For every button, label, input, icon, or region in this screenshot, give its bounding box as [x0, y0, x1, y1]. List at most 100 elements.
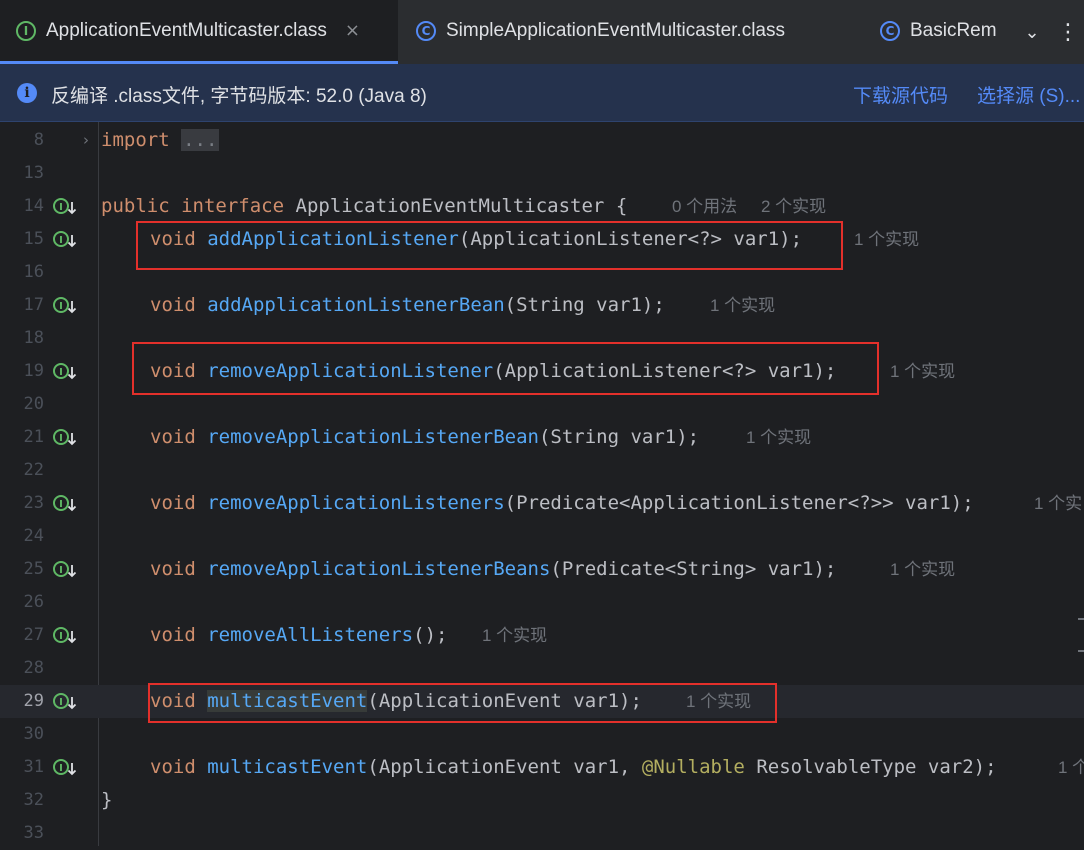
editor-tab-bar: I ApplicationEventMulticaster.class × C … — [0, 0, 1084, 64]
keyword: void — [150, 492, 196, 514]
method-name: removeApplicationListenerBean — [207, 426, 539, 448]
code-text: void removeApplicationListeners(Predicat… — [150, 487, 974, 520]
code-text: import ... — [101, 124, 220, 157]
highlight-box-multicast-event — [148, 683, 777, 723]
code-line[interactable]: 32 } — [0, 784, 1084, 817]
line-number: 31 — [23, 757, 44, 777]
class-icon: C — [880, 21, 900, 41]
line-number: 20 — [23, 394, 44, 414]
code-line[interactable]: 24 — [0, 520, 1084, 553]
implemented-by-icon[interactable]: I — [53, 362, 77, 382]
code-line[interactable]: 14 I public interface ApplicationEventMu… — [0, 190, 1084, 223]
code-line[interactable]: 33 — [0, 817, 1084, 850]
implementations-hint[interactable]: 1 个实现 — [890, 355, 955, 388]
svg-text:I: I — [59, 202, 63, 213]
implementations-hint[interactable]: 2 个实现 — [761, 190, 826, 223]
code-line[interactable]: 31 I void multicastEvent(ApplicationEven… — [0, 751, 1084, 784]
svg-text:I: I — [59, 697, 63, 708]
line-number: 17 — [23, 295, 44, 315]
line-number: 13 — [23, 163, 44, 183]
line-number: 15 — [23, 229, 44, 249]
keyword: void — [150, 756, 196, 778]
method-name: removeAllListeners — [207, 624, 414, 646]
implementations-hint[interactable]: 1 个 — [1058, 751, 1084, 784]
params: (Predicate<ApplicationListener<?>> var1)… — [504, 492, 974, 514]
implemented-by-icon[interactable]: I — [53, 758, 77, 778]
scrollbar-marker[interactable] — [1078, 618, 1084, 620]
keyword: void — [150, 294, 196, 316]
code-line[interactable]: 8 › import ... — [0, 124, 1084, 157]
code-text: void removeAllListeners(); — [150, 619, 447, 652]
closing-brace: } — [101, 789, 113, 811]
implemented-by-icon[interactable]: I — [53, 560, 77, 580]
code-text: public interface ApplicationEventMultica… — [101, 190, 627, 223]
code-line[interactable]: 22 — [0, 454, 1084, 487]
code-text: void removeApplicationListenerBeans(Pred… — [150, 553, 836, 586]
code-line[interactable]: 17 I void addApplicationListenerBean(Str… — [0, 289, 1084, 322]
line-number: 26 — [23, 592, 44, 612]
implemented-by-icon[interactable]: I — [53, 626, 77, 646]
svg-text:I: I — [59, 565, 63, 576]
implementations-hint[interactable]: 1 个实现 — [746, 421, 811, 454]
tab-simple-application-event-multicaster[interactable]: C SimpleApplicationEventMulticaster.clas… — [416, 0, 785, 62]
folded-imports[interactable]: ... — [181, 129, 220, 151]
annotation: @Nullable — [641, 756, 745, 778]
keyword: void — [150, 624, 196, 646]
svg-text:I: I — [59, 367, 63, 378]
banner-text: 反编译 .class文件, 字节码版本: 52.0 (Java 8) — [51, 86, 427, 107]
code-line[interactable]: 21 I void removeApplicationListenerBean(… — [0, 421, 1084, 454]
tab-application-event-multicaster[interactable]: I ApplicationEventMulticaster.class × — [0, 0, 398, 64]
implemented-by-icon[interactable]: I — [53, 296, 77, 316]
fold-chevron-icon[interactable]: › — [83, 124, 89, 157]
method-name: removeApplicationListenerBeans — [207, 558, 551, 580]
svg-text:I: I — [59, 499, 63, 510]
line-number: 22 — [23, 460, 44, 480]
params: (); — [413, 624, 448, 646]
keyword: void — [150, 426, 196, 448]
svg-text:I: I — [59, 235, 63, 246]
code-line[interactable]: 25 I void removeApplicationListenerBeans… — [0, 553, 1084, 586]
implemented-by-icon[interactable]: I — [53, 494, 77, 514]
tab-label: ApplicationEventMulticaster.class — [46, 19, 327, 41]
method-name: removeApplicationListeners — [207, 492, 505, 514]
code-line[interactable]: 28 — [0, 652, 1084, 685]
implementations-hint[interactable]: 1 个实现 — [854, 223, 919, 256]
implementations-hint[interactable]: 1 个实现 — [482, 619, 547, 652]
line-number: 27 — [23, 625, 44, 645]
close-icon[interactable]: × — [345, 20, 360, 41]
keyword: void — [150, 558, 196, 580]
tab-basic-remote[interactable]: C BasicRem — [880, 0, 1006, 62]
params: (String var1); — [538, 426, 700, 448]
implemented-by-icon[interactable]: I — [53, 197, 77, 217]
download-sources-link[interactable]: 下载源代码 — [853, 81, 948, 108]
scrollbar-marker[interactable] — [1078, 650, 1084, 652]
params: (String var1); — [504, 294, 665, 316]
code-line[interactable]: 26 — [0, 586, 1084, 619]
code-line[interactable]: 27 I void removeAllListeners(); 1 个实现 — [0, 619, 1084, 652]
chevron-down-icon[interactable]: ⌄ — [1018, 18, 1046, 46]
implemented-by-icon[interactable]: I — [53, 428, 77, 448]
svg-text:I: I — [59, 763, 63, 774]
more-vertical-icon[interactable]: ⋮ — [1056, 14, 1080, 50]
params: ResolvableType var2); — [744, 756, 997, 778]
implementations-hint[interactable]: 1 个实现 — [890, 553, 955, 586]
usages-hint[interactable]: 0 个用法 — [672, 190, 737, 223]
class-icon: C — [416, 21, 436, 41]
implemented-by-icon[interactable]: I — [53, 230, 77, 250]
implementations-hint[interactable]: 1 个实现 — [710, 289, 775, 322]
implemented-by-icon[interactable]: I — [53, 692, 77, 712]
decompiled-notice-banner: i 反编译 .class文件, 字节码版本: 52.0 (Java 8) 下载源… — [0, 64, 1084, 122]
code-line[interactable]: 23 I void removeApplicationListeners(Pre… — [0, 487, 1084, 520]
keyword: import — [101, 129, 170, 151]
line-number: 21 — [23, 427, 44, 447]
brace: { — [615, 195, 628, 217]
highlight-box-remove-listener — [132, 342, 879, 395]
line-number: 29 — [23, 691, 44, 711]
line-number: 28 — [23, 658, 44, 678]
implementations-hint[interactable]: 1 个实 — [1034, 487, 1082, 520]
code-line[interactable]: 13 — [0, 157, 1084, 190]
params: (Predicate<String> var1); — [550, 558, 837, 580]
code-text: void addApplicationListenerBean(String v… — [150, 289, 665, 322]
choose-sources-link[interactable]: 选择源 (S)... — [977, 81, 1080, 108]
info-icon: i — [17, 83, 37, 103]
